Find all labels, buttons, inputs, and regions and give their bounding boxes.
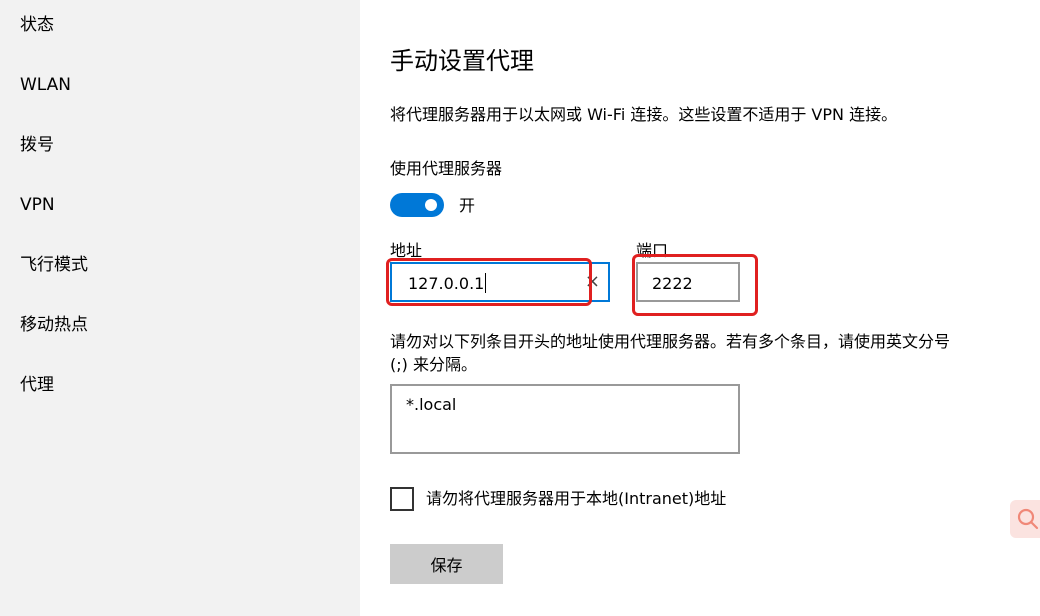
sidebar-item-airplane-mode[interactable]: 飞行模式 <box>20 254 88 276</box>
sidebar-item-proxy[interactable]: 代理 <box>20 374 54 396</box>
bypass-local-label: 请勿将代理服务器用于本地(Intranet)地址 <box>426 489 727 508</box>
main-panel: 手动设置代理 将代理服务器用于以太网或 Wi-Fi 连接。这些设置不适用于 VP… <box>360 0 1040 616</box>
settings-window: 状态 WLAN 拨号 VPN 飞行模式 移动热点 代理 手动设置代理 将代理服务… <box>0 0 1040 616</box>
port-label: 端口 <box>636 241 669 260</box>
address-value: 127.0.0.1 <box>408 274 485 293</box>
proxy-description: 将代理服务器用于以太网或 Wi-Fi 连接。这些设置不适用于 VPN 连接。 <box>390 105 898 124</box>
bypass-local-checkbox[interactable] <box>390 487 414 511</box>
sidebar-item-vpn[interactable]: VPN <box>20 194 55 216</box>
sidebar: 状态 WLAN 拨号 VPN 飞行模式 移动热点 代理 <box>0 0 360 616</box>
sidebar-item-wlan[interactable]: WLAN <box>20 74 71 96</box>
toggle-knob <box>425 199 437 211</box>
save-button[interactable]: 保存 <box>390 544 503 584</box>
port-value: 2222 <box>652 274 693 293</box>
port-input[interactable]: 2222 <box>636 262 740 302</box>
use-proxy-label: 使用代理服务器 <box>390 159 503 178</box>
exceptions-description: 请勿对以下列条目开头的地址使用代理服务器。若有多个条目，请使用英文分号 (;) … <box>390 332 951 374</box>
sidebar-item-status[interactable]: 状态 <box>20 14 54 36</box>
address-value-wrap: 127.0.0.1 <box>408 273 487 295</box>
address-input[interactable]: 127.0.0.1 × <box>390 262 610 302</box>
sidebar-item-dialup[interactable]: 拨号 <box>20 134 54 156</box>
page-title: 手动设置代理 <box>390 47 534 75</box>
address-label: 地址 <box>390 241 423 260</box>
text-caret <box>485 273 487 293</box>
clear-icon[interactable]: × <box>585 271 600 293</box>
exceptions-value: *.local <box>406 395 457 414</box>
exceptions-input[interactable]: *.local <box>390 384 740 454</box>
search-icon <box>1017 508 1039 530</box>
sidebar-item-mobile-hotspot[interactable]: 移动热点 <box>20 314 88 336</box>
use-proxy-toggle[interactable] <box>390 193 444 217</box>
floating-search-button[interactable] <box>1010 500 1040 538</box>
toggle-state-label: 开 <box>459 196 476 215</box>
